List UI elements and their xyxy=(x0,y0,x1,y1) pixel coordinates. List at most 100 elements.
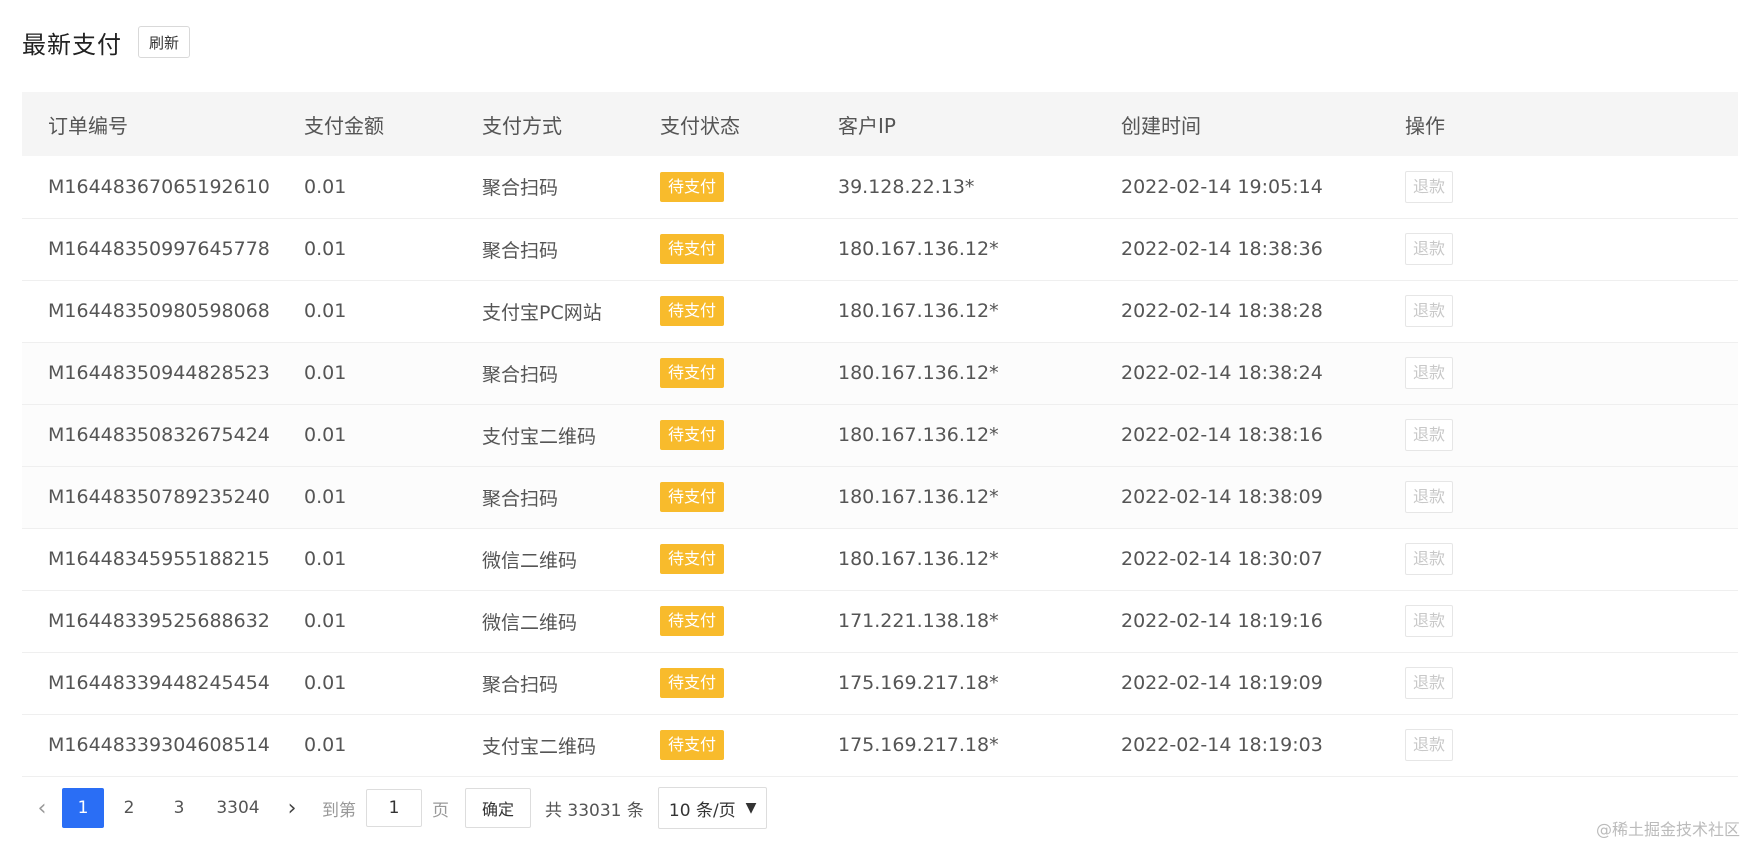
order-no-cell: M16448345955188215 xyxy=(48,548,270,570)
status-cell: 待支付 xyxy=(660,342,838,404)
page-title: 最新支付 xyxy=(22,30,122,59)
column-header-status: 支付状态 xyxy=(660,113,740,138)
order-no-cell: M16448350789235240 xyxy=(48,486,270,508)
action-cell: 退款 xyxy=(1405,342,1738,404)
amount-cell: 0.01 xyxy=(304,610,347,632)
status-badge: 待支付 xyxy=(660,296,725,326)
refund-button[interactable]: 退款 xyxy=(1405,170,1454,203)
page-button-1[interactable]: 1 xyxy=(62,788,104,828)
action-cell: 退款 xyxy=(1405,652,1738,714)
refund-button[interactable]: 退款 xyxy=(1405,295,1454,327)
method-cell: 聚合扫码 xyxy=(482,363,559,386)
order-no-cell: M16448350980598068 xyxy=(48,300,270,322)
action-cell: 退款 xyxy=(1405,714,1738,776)
status-badge: 待支付 xyxy=(660,171,725,202)
table-row: M16448350944828523 0.01 聚合扫码 待支付 180.167… xyxy=(22,342,1738,404)
action-cell: 退款 xyxy=(1405,528,1738,590)
page-header: 最新支付 刷新 xyxy=(22,22,191,62)
table-row: M16448350789235240 0.01 聚合扫码 待支付 180.167… xyxy=(22,466,1738,528)
status-cell: 待支付 xyxy=(660,714,838,776)
column-header-action: 操作 xyxy=(1405,113,1445,138)
refund-button[interactable]: 退款 xyxy=(1405,357,1454,389)
ip-cell: 180.167.136.12* xyxy=(838,486,999,508)
page-size-value: 10 条/页 xyxy=(668,800,736,821)
ip-cell: 180.167.136.12* xyxy=(838,300,999,322)
ip-cell: 180.167.136.12* xyxy=(838,238,999,260)
ip-cell: 180.167.136.12* xyxy=(838,424,999,446)
ip-cell: 175.169.217.18* xyxy=(838,672,999,694)
amount-cell: 0.01 xyxy=(304,734,347,756)
order-no-cell: M16448339304608514 xyxy=(48,734,270,756)
page-size-select[interactable]: 10 条/页 ▼ xyxy=(657,787,768,829)
refresh-button[interactable]: 刷新 xyxy=(138,26,191,58)
amount-cell: 0.01 xyxy=(304,424,347,446)
total-count: 共 33031 条 xyxy=(545,800,644,821)
page-button-3[interactable]: 3 xyxy=(154,788,204,828)
method-cell: 支付宝PC网站 xyxy=(482,301,602,324)
ip-cell: 180.167.136.12* xyxy=(838,548,999,570)
method-cell: 支付宝二维码 xyxy=(482,735,597,758)
order-no-cell: M16448339448245454 xyxy=(48,672,270,694)
order-no-cell: M16448350832675424 xyxy=(48,424,270,446)
status-cell: 待支付 xyxy=(660,156,838,218)
refund-button[interactable]: 退款 xyxy=(1405,543,1454,575)
order-no-cell: M16448350997645778 xyxy=(48,238,270,260)
created-cell: 2022-02-14 18:38:36 xyxy=(1121,238,1323,260)
created-cell: 2022-02-14 18:38:09 xyxy=(1121,486,1323,508)
created-cell: 2022-02-14 18:38:28 xyxy=(1121,300,1323,322)
page-button-2[interactable]: 2 xyxy=(104,788,154,828)
action-cell: 退款 xyxy=(1405,156,1738,218)
payments-page: 最新支付 刷新 订单编号 支付金额 支付方式 支付状态 客户IP 创建时间 操作 xyxy=(0,0,1760,852)
column-header-amount: 支付金额 xyxy=(304,113,384,138)
action-cell: 退款 xyxy=(1405,218,1738,280)
status-cell: 待支付 xyxy=(660,280,838,342)
status-badge: 待支付 xyxy=(660,420,725,450)
status-badge: 待支付 xyxy=(660,544,725,574)
chevron-right-icon[interactable]: › xyxy=(272,788,312,828)
created-cell: 2022-02-14 18:30:07 xyxy=(1121,548,1323,570)
status-badge: 待支付 xyxy=(660,606,725,636)
status-cell: 待支付 xyxy=(660,218,838,280)
created-cell: 2022-02-14 18:19:16 xyxy=(1121,610,1323,632)
amount-cell: 0.01 xyxy=(304,486,347,508)
method-cell: 聚合扫码 xyxy=(482,487,559,510)
order-no-cell: M16448367065192610 xyxy=(48,175,270,198)
goto-page-input[interactable] xyxy=(366,789,422,827)
chevron-left-icon[interactable]: ‹ xyxy=(22,788,62,828)
amount-cell: 0.01 xyxy=(304,548,347,570)
amount-cell: 0.01 xyxy=(304,175,347,198)
amount-cell: 0.01 xyxy=(304,300,347,322)
method-cell: 聚合扫码 xyxy=(482,673,559,696)
refund-button[interactable]: 退款 xyxy=(1405,667,1454,699)
action-cell: 退款 xyxy=(1405,404,1738,466)
status-cell: 待支付 xyxy=(660,590,838,652)
column-header-order-no: 订单编号 xyxy=(48,113,128,138)
status-badge: 待支付 xyxy=(660,482,725,512)
method-cell: 聚合扫码 xyxy=(482,239,559,262)
refund-button[interactable]: 退款 xyxy=(1405,419,1454,451)
refund-button[interactable]: 退款 xyxy=(1405,605,1454,637)
order-no-cell: M16448350944828523 xyxy=(48,362,270,384)
refund-button[interactable]: 退款 xyxy=(1405,233,1454,265)
goto-confirm-button[interactable]: 确定 xyxy=(465,788,532,828)
refund-button[interactable]: 退款 xyxy=(1405,481,1454,513)
table-row: M16448339525688632 0.01 微信二维码 待支付 171.22… xyxy=(22,590,1738,652)
table-row: M16448345955188215 0.01 微信二维码 待支付 180.16… xyxy=(22,528,1738,590)
page-button-last[interactable]: 3304 xyxy=(204,788,272,828)
refund-button[interactable]: 退款 xyxy=(1405,729,1454,761)
status-badge: 待支付 xyxy=(660,668,725,698)
status-badge: 待支付 xyxy=(660,730,725,760)
method-cell: 微信二维码 xyxy=(482,611,578,634)
table-row: M16448339304608514 0.01 支付宝二维码 待支付 175.1… xyxy=(22,714,1738,776)
amount-cell: 0.01 xyxy=(304,238,347,260)
goto-label: 到第 xyxy=(322,800,356,821)
watermark: @稀土掘金技术社区 xyxy=(1595,820,1740,839)
table-row: M16448350980598068 0.01 支付宝PC网站 待支付 180.… xyxy=(22,280,1738,342)
status-badge: 待支付 xyxy=(660,234,725,264)
ip-cell: 175.169.217.18* xyxy=(838,734,999,756)
ip-cell: 39.128.22.13* xyxy=(838,175,975,198)
method-cell: 聚合扫码 xyxy=(482,177,559,200)
ip-cell: 180.167.136.12* xyxy=(838,362,999,384)
table-row: M16448350997645778 0.01 聚合扫码 待支付 180.167… xyxy=(22,218,1738,280)
created-cell: 2022-02-14 18:38:24 xyxy=(1121,362,1323,384)
